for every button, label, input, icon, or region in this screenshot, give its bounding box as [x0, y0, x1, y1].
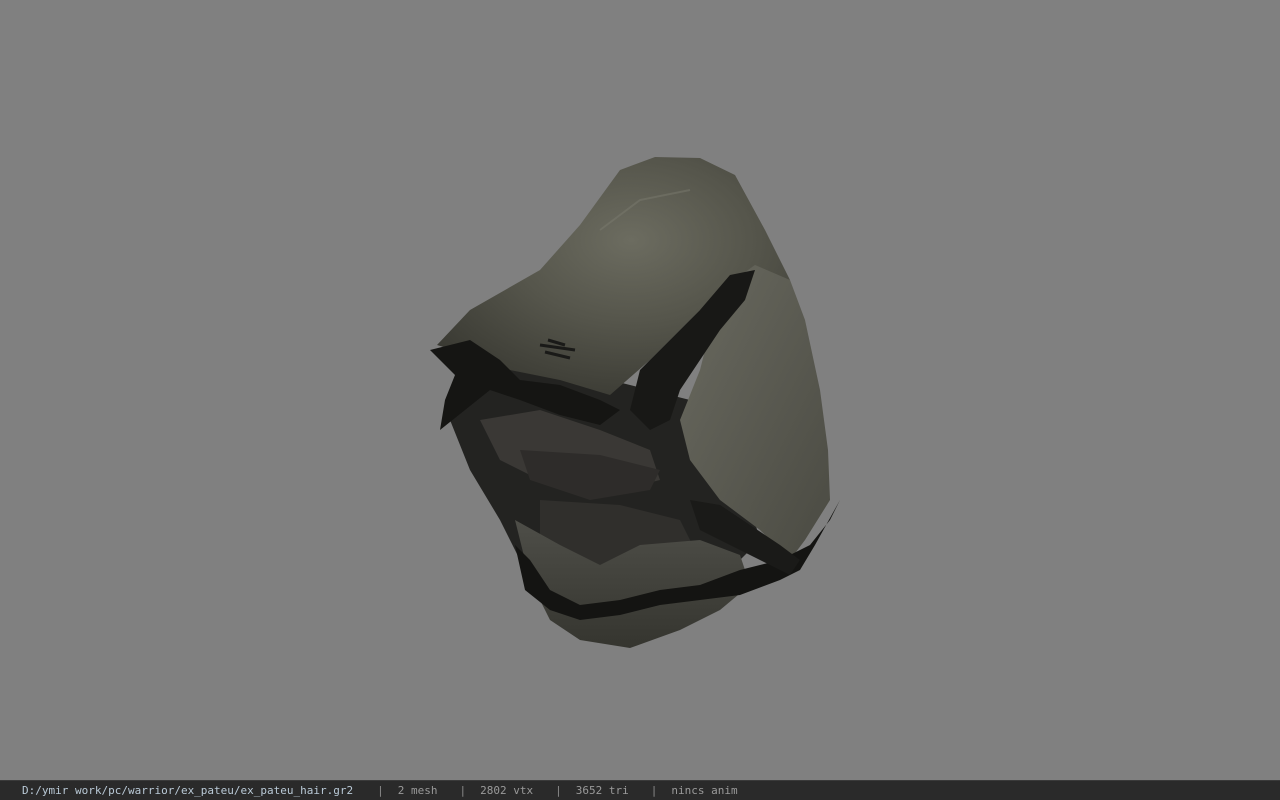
status-bar: D:/ymir work/pc/warrior/ex_pateu/ex_pate… [0, 780, 1280, 800]
file-path-label: D:/ymir work/pc/warrior/ex_pateu/ex_pate… [22, 784, 354, 797]
status-separator: | [555, 784, 562, 797]
status-separator: | [459, 784, 467, 797]
status-separator: | [377, 784, 384, 797]
status-separator: | [650, 784, 658, 797]
mesh-count-label: 2 mesh [397, 784, 438, 797]
triangle-count-label: 3652 tri [575, 784, 629, 797]
3d-viewport[interactable] [0, 0, 1280, 780]
animation-status-label: nincs anim [671, 784, 738, 797]
vertex-count-label: 2802 vtx [480, 784, 534, 797]
hair-model-render [430, 157, 840, 648]
